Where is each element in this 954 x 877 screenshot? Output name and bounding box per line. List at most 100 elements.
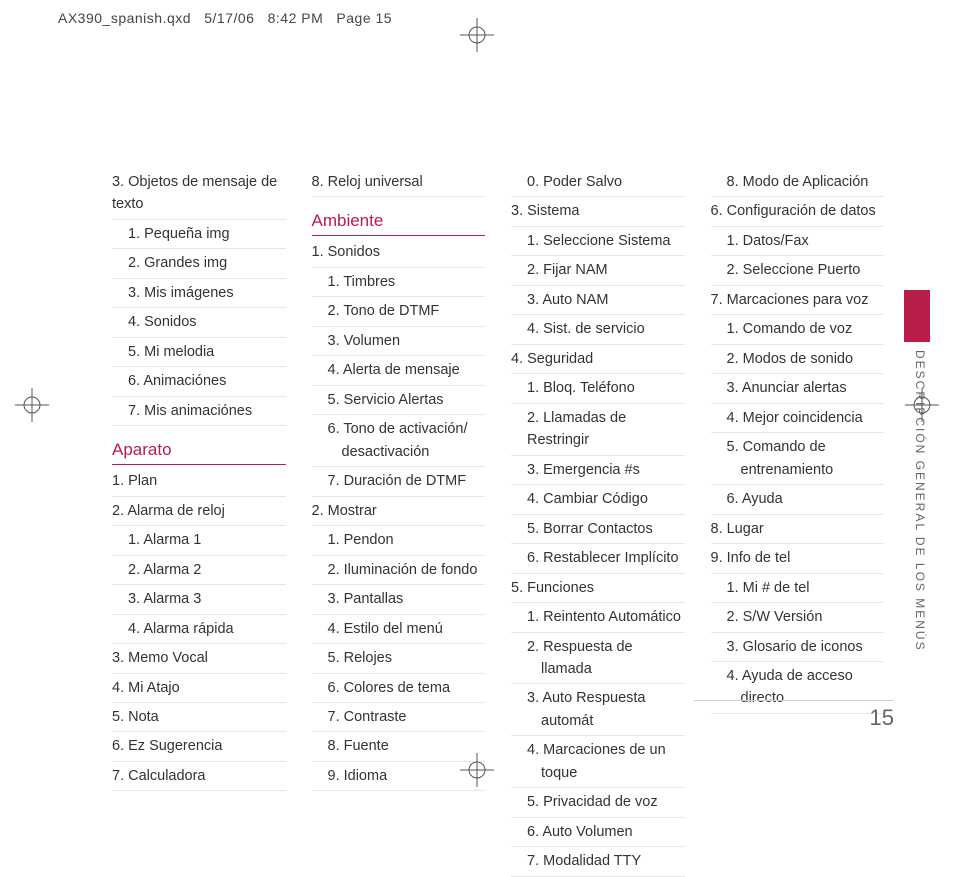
menu-item: 1. Pequeña img [112,220,286,249]
col1-list-b: 1. Plan2. Alarma de reloj1. Alarma 12. A… [112,467,286,791]
menu-item: 7. Calculadora [112,762,286,791]
menu-item: 6. Animaciónes [112,367,286,396]
menu-item: 3. Auto Respuesta automát [511,684,685,736]
menu-item: 4. Sonidos [112,308,286,337]
registration-mark-bottom [460,753,494,787]
menu-item: 8. Fuente [312,732,486,761]
menu-item: 4. Alerta de mensaje [312,356,486,385]
thumb-tab [904,290,930,342]
column-2: 8. Reloj universal Ambiente 1. Sonidos1.… [312,168,486,877]
menu-item: 3. Memo Vocal [112,644,286,673]
header-page-label: Page 15 [336,10,392,26]
menu-item: 9. Idioma [312,762,486,791]
menu-item: 4. Mi Atajo [112,674,286,703]
menu-item: 2. Seleccione Puerto [711,256,885,285]
menu-item: 1. Pendon [312,526,486,555]
header-file: AX390_spanish.qxd [58,10,191,26]
menu-item: 7. Duración de DTMF [312,467,486,496]
menu-item: 5. Nota [112,703,286,732]
menu-item: 6. Auto Volumen [511,818,685,847]
menu-item: 2. Tono de DTMF [312,297,486,326]
menu-item: 1. Datos/Fax [711,227,885,256]
menu-item: 4. Ayuda de acceso directo [711,662,885,714]
menu-item: 6. Ayuda [711,485,885,514]
col2-list-a: 8. Reloj universal [312,168,486,197]
menu-item: 1. Mi # de tel [711,574,885,603]
menu-item: 6. Colores de tema [312,674,486,703]
menu-item: 6. Ez Sugerencia [112,732,286,761]
column-3: 0. Poder Salvo3. Sistema1. Seleccione Si… [511,168,685,877]
menu-item: 9. Info de tel [711,544,885,573]
menu-item: 2. Alarma 2 [112,556,286,585]
page-number: 15 [870,705,894,731]
menu-item: 1. Reintento Automático [511,603,685,632]
column-1: 3. Objetos de mensaje de texto1. Pequeña… [112,168,286,877]
menu-item: 8. Reloj universal [312,168,486,197]
menu-item: 3. Pantallas [312,585,486,614]
menu-item: 8. Modo de Aplicación [711,168,885,197]
menu-item: 1. Plan [112,467,286,496]
menu-item: 1. Bloq. Teléfono [511,374,685,403]
side-title: DESCRIPCIÓN GENERAL DE LOS MENÚS [913,350,927,652]
menu-item: 3. Anunciar alertas [711,374,885,403]
menu-item: 3. Alarma 3 [112,585,286,614]
menu-item: 2. Mostrar [312,497,486,526]
menu-item: 1. Alarma 1 [112,526,286,555]
section-aparato: Aparato [112,426,286,465]
menu-item: 7. Mis animaciónes [112,397,286,426]
menu-item: 4. Seguridad [511,345,685,374]
menu-item: 2. Fijar NAM [511,256,685,285]
menu-item: 6. Tono de activación/ desactivación [312,415,486,467]
menu-item: 2. S/W Versión [711,603,885,632]
section-ambiente: Ambiente [312,197,486,236]
menu-item: 4. Estilo del menú [312,615,486,644]
col4-list-a: 8. Modo de Aplicación6. Configuración de… [711,168,885,714]
menu-item: 4. Mejor coincidencia [711,404,885,433]
print-header: AX390_spanish.qxd 5/17/06 8:42 PM Page 1… [58,10,392,26]
menu-item: 2. Grandes img [112,249,286,278]
menu-item: 7. Modalidad TTY [511,847,685,876]
menu-item: 2. Alarma de reloj [112,497,286,526]
menu-item: 4. Cambiar Código [511,485,685,514]
menu-item: 3. Sistema [511,197,685,226]
menu-item: 6. Restablecer Implícito [511,544,685,573]
col1-list-a: 3. Objetos de mensaje de texto1. Pequeña… [112,168,286,426]
menu-item: 7. Marcaciones para voz [711,286,885,315]
menu-item: 3. Auto NAM [511,286,685,315]
menu-item: 4. Marcaciones de un toque [511,736,685,788]
menu-item: 4. Sist. de servicio [511,315,685,344]
col2-list-b: 1. Sonidos1. Timbres2. Tono de DTMF3. Vo… [312,238,486,791]
header-time: 8:42 PM [268,10,324,26]
registration-mark-left [15,388,49,422]
menu-item: 0. Poder Salvo [511,168,685,197]
menu-item: 3. Emergencia #s [511,456,685,485]
menu-item: 8. Lugar [711,515,885,544]
menu-item: 2. Respuesta de llamada [511,633,685,685]
menu-item: 5. Borrar Contactos [511,515,685,544]
menu-item: 5. Relojes [312,644,486,673]
menu-item: 3. Glosario de iconos [711,633,885,662]
menu-item: 1. Comando de voz [711,315,885,344]
menu-item: 2. Llamadas de Restringir [511,404,685,456]
menu-item: 7. Contraste [312,703,486,732]
menu-item: 3. Mis imágenes [112,279,286,308]
page: AX390_spanish.qxd 5/17/06 8:42 PM Page 1… [0,0,954,793]
menu-item: 3. Volumen [312,327,486,356]
menu-item: 3. Objetos de mensaje de texto [112,168,286,220]
column-4: 8. Modo de Aplicación6. Configuración de… [711,168,885,877]
menu-item: 5. Comando de entrenamiento [711,433,885,485]
header-date: 5/17/06 [204,10,254,26]
menu-item: 4. Alarma rápida [112,615,286,644]
menu-item: 2. Iluminación de fondo [312,556,486,585]
menu-item: 6. Configuración de datos [711,197,885,226]
menu-item: 5. Funciones [511,574,685,603]
col3-list-a: 0. Poder Salvo3. Sistema1. Seleccione Si… [511,168,685,877]
menu-item: 1. Timbres [312,268,486,297]
menu-item: 5. Servicio Alertas [312,386,486,415]
menu-item: 1. Sonidos [312,238,486,267]
page-number-rule [694,700,894,701]
menu-item: 1. Seleccione Sistema [511,227,685,256]
content-columns: 3. Objetos de mensaje de texto1. Pequeña… [112,168,884,877]
menu-item: 5. Mi melodia [112,338,286,367]
menu-item: 2. Modos de sonido [711,345,885,374]
